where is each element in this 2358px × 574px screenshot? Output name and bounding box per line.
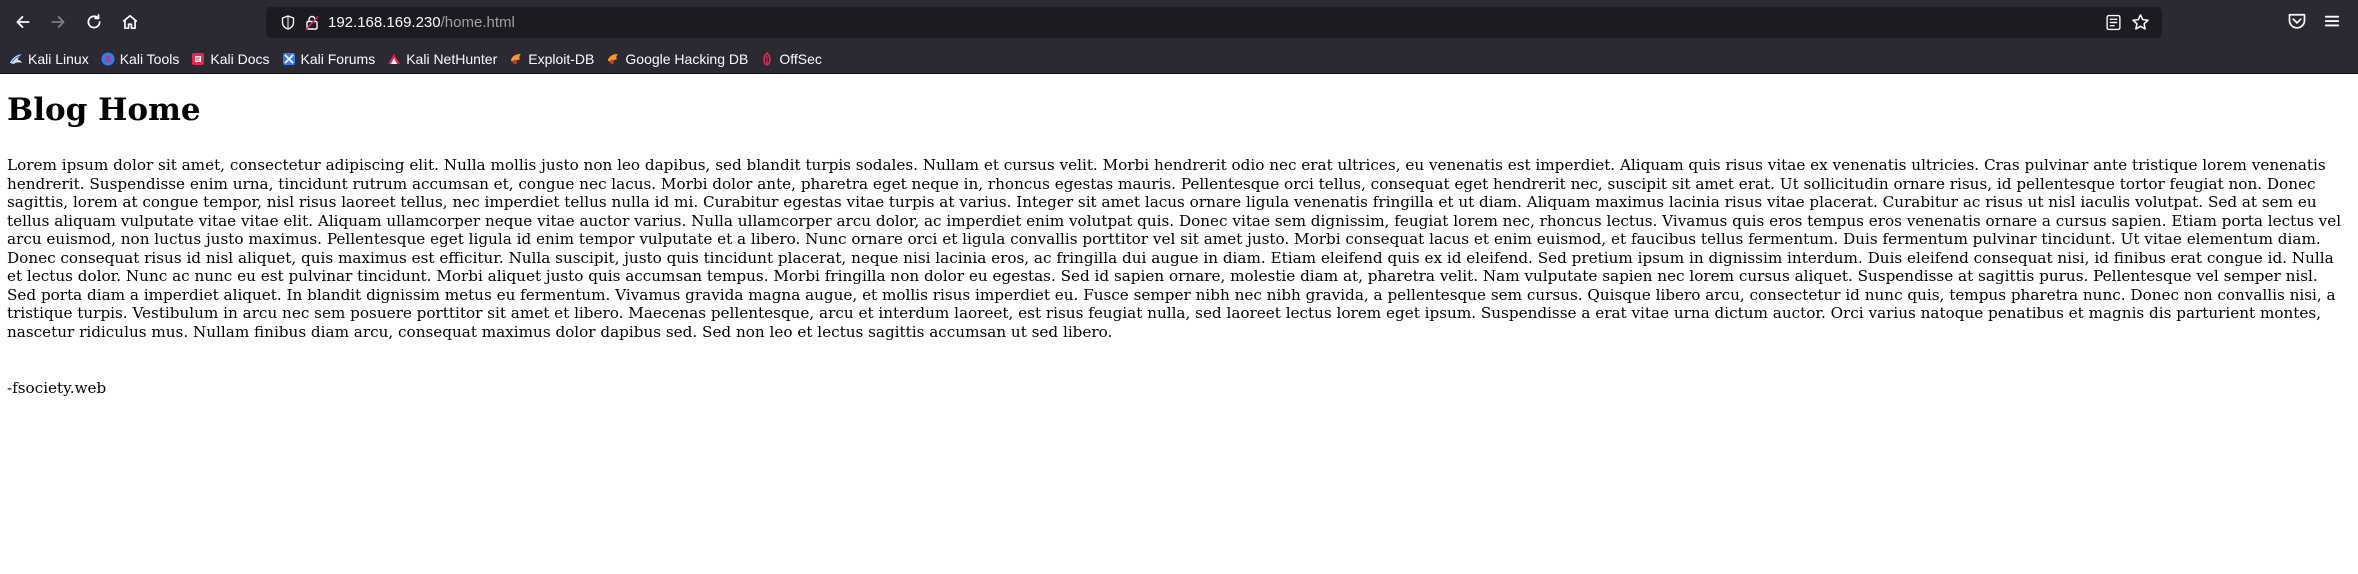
url-text[interactable]: 192.168.169.230/home.html	[328, 7, 515, 38]
insecure-lock-icon[interactable]	[304, 14, 320, 31]
bookmark-label: Kali Forums	[300, 50, 376, 67]
reload-button[interactable]	[82, 10, 106, 34]
bookmark-label: Kali Linux	[28, 50, 89, 67]
forward-button[interactable]	[46, 10, 70, 34]
reader-view-icon[interactable]	[2105, 14, 2122, 31]
bookmark-label: Exploit-DB	[528, 50, 595, 67]
bookmark-kali-linux[interactable]: Kali Linux	[9, 51, 89, 67]
hamburger-menu-icon[interactable]	[2322, 11, 2342, 31]
nethunter-icon	[388, 53, 401, 64]
bookmarks-toolbar: Kali Linux Kali Tools Kali Docs Kali For…	[0, 44, 2358, 74]
exploit-db-icon	[511, 53, 522, 64]
bookmark-star-icon[interactable]	[2131, 13, 2150, 32]
home-icon	[122, 14, 138, 30]
kali-docs-icon	[192, 52, 205, 65]
bookmark-label: Kali Tools	[119, 50, 180, 67]
blog-body-paragraph: Lorem ipsum dolor sit amet, consectetur …	[7, 156, 2342, 341]
bookmark-label: Kali NetHunter	[406, 50, 498, 67]
url-path: /home.html	[440, 14, 515, 31]
page-title: Blog Home	[7, 92, 201, 128]
back-button[interactable]	[11, 10, 35, 34]
page-viewport: Blog Home Lorem ipsum dolor sit amet, co…	[0, 74, 2358, 574]
kali-tools-icon	[101, 52, 115, 65]
bookmark-kali-nethunter[interactable]: Kali NetHunter	[387, 51, 497, 67]
browser-toolbar: 192.168.169.230/home.html	[0, 0, 2358, 44]
offsec-icon	[763, 51, 772, 66]
bookmark-exploit-db[interactable]: Exploit-DB	[509, 51, 594, 67]
bookmark-offsec[interactable]: OffSec	[760, 51, 822, 67]
ghdb-icon	[608, 53, 619, 64]
bookmark-label: OffSec	[779, 50, 822, 67]
blog-signature: -fsociety.web	[7, 379, 107, 397]
reload-icon	[87, 14, 101, 29]
kali-forums-icon	[282, 52, 295, 65]
bookmark-kali-tools[interactable]: Kali Tools	[101, 50, 180, 67]
home-button[interactable]	[118, 10, 142, 34]
address-bar[interactable]: 192.168.169.230/home.html	[266, 7, 2162, 38]
kali-dragon-icon	[10, 53, 22, 64]
bookmark-label: Google Hacking DB	[625, 50, 749, 67]
pocket-icon[interactable]	[2287, 11, 2307, 31]
url-host: 192.168.169.230	[328, 14, 441, 31]
tracking-protection-shield-icon[interactable]	[280, 14, 296, 31]
bookmark-label: Kali Docs	[210, 50, 270, 67]
back-arrow-icon	[16, 16, 30, 28]
forward-arrow-icon	[51, 16, 65, 28]
bookmark-kali-forums[interactable]: Kali Forums	[282, 50, 376, 67]
bookmark-kali-docs[interactable]: Kali Docs	[191, 50, 270, 67]
bookmark-google-hacking-db[interactable]: Google Hacking DB	[606, 51, 748, 67]
